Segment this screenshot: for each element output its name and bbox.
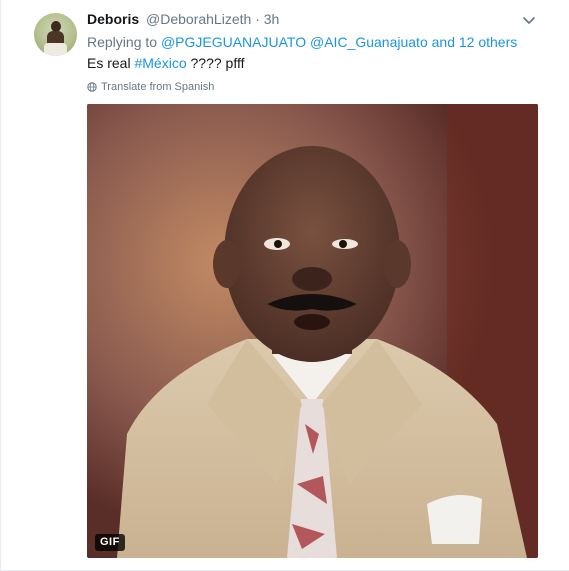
- avatar[interactable]: [34, 13, 77, 56]
- avatar-figure-skirt: [44, 43, 67, 56]
- reply-mention-1[interactable]: @PGJEGUANAJUATO: [161, 34, 306, 50]
- translate-link[interactable]: Translate from Spanish: [87, 80, 214, 94]
- tweet-text: Es real #México ???? pfff: [87, 54, 244, 72]
- translate-label: Translate from Spanish: [101, 81, 215, 93]
- gif-badge: GIF: [95, 534, 125, 551]
- tweet-media-gif[interactable]: GIF: [87, 104, 538, 558]
- tweet-text-after: ???? pfff: [186, 55, 245, 71]
- reply-others-link[interactable]: and 12 others: [428, 34, 518, 50]
- header-separator: ·: [255, 11, 260, 27]
- tweet-header: Deboris @DeborahLizeth · 3h: [87, 10, 279, 28]
- author-handle[interactable]: @DeborahLizeth: [146, 11, 251, 27]
- tweet[interactable]: Deboris @DeborahLizeth · 3h Replying to …: [0, 0, 569, 571]
- author-name[interactable]: Deboris: [87, 11, 139, 27]
- replying-to-line: Replying to @PGJEGUANAJUATO @AIC_Guanaju…: [87, 33, 517, 51]
- globe-icon: [87, 82, 97, 92]
- tweet-text-before: Es real: [87, 55, 135, 71]
- gif-frame-illustration: [87, 104, 538, 558]
- chevron-down-icon[interactable]: [521, 12, 537, 28]
- hashtag-link[interactable]: #México: [134, 55, 186, 71]
- replying-prefix: Replying to: [87, 34, 161, 50]
- reply-mention-2[interactable]: @AIC_Guanajuato: [310, 34, 428, 50]
- tweet-timestamp[interactable]: 3h: [264, 11, 280, 27]
